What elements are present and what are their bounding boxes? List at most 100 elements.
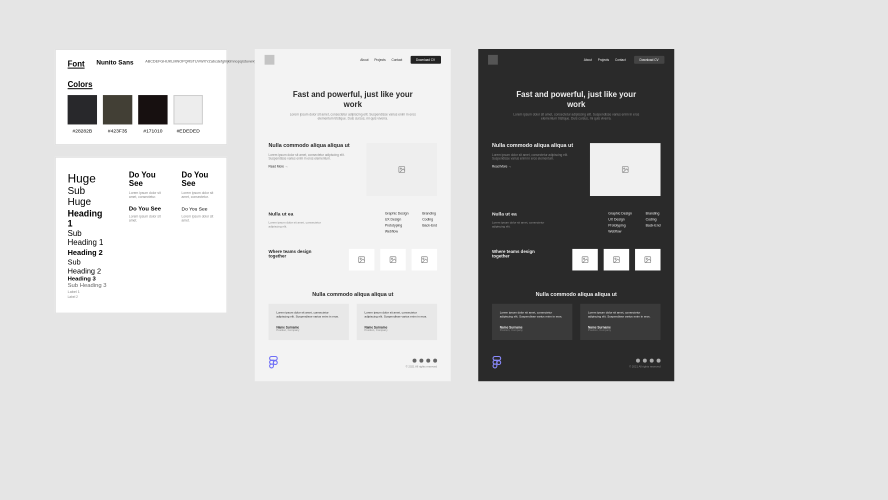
type-huge: Huge [68, 172, 110, 186]
image-icon [358, 256, 366, 264]
skill-item: Back-End [646, 223, 661, 227]
skill-item: Webflow [385, 229, 409, 233]
type-subhuge: Sub Huge [68, 186, 110, 208]
skills-title: Nulla ut ea [492, 211, 551, 217]
team-thumb[interactable] [635, 249, 660, 271]
team-title: Where teams design together [269, 249, 312, 260]
feature-body: Lorem ipsum dolor sit amet, consectetur … [492, 153, 580, 161]
swatch-chip [138, 95, 167, 124]
team-thumb[interactable] [412, 249, 437, 271]
swatch-chip [173, 95, 202, 124]
mockup-dark: About Projects Contact Download CV Fast … [478, 49, 674, 382]
skill-item: Coding [422, 217, 437, 221]
image-icon [621, 165, 629, 173]
skill-item: Back-End [422, 223, 437, 227]
social-icons[interactable] [406, 359, 437, 363]
nav-contact[interactable]: Contact [615, 58, 626, 62]
testimonial-card: Lorem ipsum dolor sit amet, consectetur … [580, 304, 660, 341]
download-cv-button[interactable]: Download CV [410, 56, 441, 64]
feature-image-placeholder [590, 143, 661, 196]
nav-about[interactable]: About [360, 58, 368, 62]
skill-item: Branding [422, 211, 437, 215]
mockup-light: About Projects Contact Download CV Fast … [255, 49, 451, 382]
testimonial-role: Position, Company [276, 329, 341, 333]
testimonial-role: Position, Company [365, 329, 430, 333]
font-sample: ABCDEFGHIJKLMNOPQRSTUVWXYZabcdefghijklmn… [145, 60, 214, 69]
image-icon [613, 256, 621, 264]
team-thumb[interactable] [380, 249, 405, 271]
typography-card: Huge Sub Huge Heading 1 Sub Heading 1 He… [55, 157, 227, 314]
skill-item: Prototyping [608, 223, 632, 227]
skill-item: Graphic Design [385, 211, 409, 215]
download-cv-button[interactable]: Download CV [634, 56, 665, 64]
skill-item: Prototyping [385, 223, 409, 227]
testimonial-role: Position, Company [588, 329, 653, 333]
skills-title: Nulla ut ea [269, 211, 328, 217]
social-icons[interactable] [629, 359, 660, 363]
image-icon [420, 256, 428, 264]
testimonials-title: Nulla commodo aliqua aliqua ut [492, 292, 661, 298]
type-sh2: Sub Heading 2 [68, 258, 110, 276]
figma-logo-icon [492, 356, 502, 372]
skill-item: Webflow [608, 229, 632, 233]
feature-title: Nulla commodo aliqua aliqua ut [269, 143, 357, 149]
team-thumb[interactable] [349, 249, 374, 271]
hero-body: Lorem ipsum dolor sit amet, consectetur … [508, 113, 645, 121]
font-heading: Font [68, 60, 85, 69]
skill-item: Branding [646, 211, 661, 215]
copyright: © 2021 All rights reserved [406, 365, 437, 369]
testimonial-quote: Lorem ipsum dolor sit amet, consectetur … [276, 311, 341, 319]
testimonial-role: Position, Company [500, 329, 565, 333]
image-icon [398, 165, 406, 173]
read-more-link[interactable]: Read More → [269, 165, 288, 169]
swatch-hex: #28282B [73, 128, 93, 134]
skill-item [422, 229, 437, 233]
type-sh1: Sub Heading 1 [68, 229, 110, 247]
type-h3: Heading 3 [68, 276, 110, 282]
nav-contact[interactable]: Contact [392, 58, 403, 62]
swatch: #423F35 [103, 95, 132, 134]
team-thumb[interactable] [604, 249, 629, 271]
swatch: #171010 [138, 95, 167, 134]
skill-item [646, 229, 661, 233]
image-icon [644, 256, 652, 264]
swatch-hex: #423F35 [108, 128, 127, 134]
skill-item: UX Design [608, 217, 632, 221]
skill-item: Graphic Design [608, 211, 632, 215]
colors-heading: Colors [68, 80, 215, 89]
type-col3-title: Do You See [182, 172, 215, 189]
feature-body: Lorem ipsum dolor sit amet, consectetur … [269, 153, 357, 161]
type-col3-body2: Lorem ipsum dolor sit amet. [182, 214, 215, 222]
hero-title: Fast and powerful, just like your work [284, 90, 421, 109]
type-col2-body2: Lorem ipsum dolor sit amet. [129, 214, 162, 222]
type-col2-title: Do You See [129, 172, 162, 189]
swatch-hex: #171010 [143, 128, 162, 134]
nav-projects[interactable]: Projects [598, 58, 609, 62]
swatch-hex: #EDEDED [177, 128, 200, 134]
skills-body: Lorem ipsum dolor sit amet, consectetur … [269, 221, 328, 229]
type-label1: Label 1 [68, 290, 110, 294]
image-icon [581, 256, 589, 264]
figma-logo-icon [269, 356, 279, 372]
testimonial-quote: Lorem ipsum dolor sit amet, consectetur … [588, 311, 653, 319]
type-label2: Label 2 [68, 295, 110, 299]
team-title: Where teams design together [492, 249, 535, 260]
testimonial-quote: Lorem ipsum dolor sit amet, consectetur … [500, 311, 565, 319]
team-thumb[interactable] [572, 249, 597, 271]
swatch-chip [68, 95, 97, 124]
testimonial-card: Lorem ipsum dolor sit amet, consectetur … [357, 304, 437, 341]
skill-item: Coding [646, 217, 661, 221]
nav-about[interactable]: About [584, 58, 592, 62]
testimonial-card: Lorem ipsum dolor sit amet, consectetur … [269, 304, 349, 341]
style-guide-font-colors: Font Nunito Sans ABCDEFGHIJKLMNOPQRSTUVW… [55, 49, 227, 145]
nav: About Projects Contact [584, 58, 626, 62]
nav: About Projects Contact [360, 58, 402, 62]
logo-icon [265, 55, 275, 65]
feature-title: Nulla commodo aliqua aliqua ut [492, 143, 580, 149]
type-h1: Heading 1 [68, 209, 110, 229]
type-h2: Heading 2 [68, 248, 110, 257]
nav-projects[interactable]: Projects [374, 58, 385, 62]
hero-title: Fast and powerful, just like your work [508, 90, 645, 109]
read-more-link[interactable]: Read More → [492, 165, 511, 169]
swatch: #EDEDED [173, 95, 202, 134]
